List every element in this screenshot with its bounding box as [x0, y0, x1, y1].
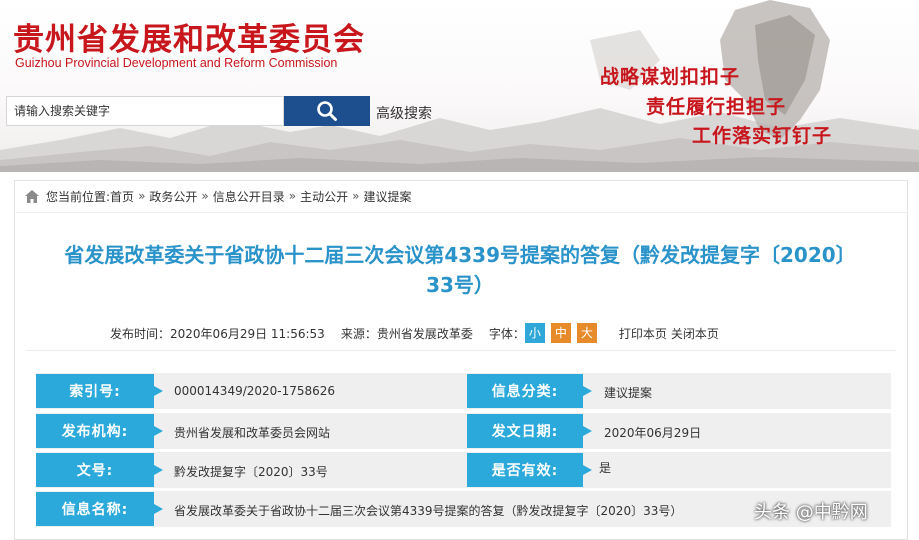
date-label: 发文日期:: [467, 414, 592, 448]
breadcrumb-prefix: 您当前位置:: [46, 189, 111, 204]
font-size-medium-button[interactable]: 中: [550, 323, 571, 343]
name-value: 省发展改革委关于省政协十二届三次会议第4339号提案的答复（黔发改提复字〔202…: [174, 504, 683, 518]
slogan-2: 责任履行担担子: [646, 96, 787, 118]
breadcrumb-separator: »: [288, 189, 297, 203]
breadcrumb-proposals[interactable]: 建议提案: [363, 188, 411, 205]
valid-value: 是: [599, 461, 612, 475]
divider: [26, 350, 896, 351]
article-title-line1: 省发展改革委关于省政协十二届三次会议第4339号提案的答复（黔发改提复字〔202…: [64, 243, 856, 267]
valid-label: 是否有效:: [467, 453, 592, 487]
font-size-large-button[interactable]: 大: [576, 323, 597, 343]
index-label: 索引号:: [36, 374, 163, 408]
breadcrumb-home[interactable]: 首页: [110, 188, 134, 205]
breadcrumb-separator: »: [352, 189, 360, 203]
article-title: 省发展改革委关于省政协十二届三次会议第4339号提案的答复（黔发改提复字〔202…: [30, 240, 890, 300]
search-icon: [317, 101, 337, 121]
font-size-small-button[interactable]: 小: [524, 323, 545, 343]
breadcrumb-active-disclosure[interactable]: 主动公开: [300, 188, 348, 205]
source: 贵州省发展改革委: [376, 326, 473, 341]
index-value: 000014349/2020-1758626: [174, 384, 336, 398]
info-row: [36, 373, 891, 409]
slogan-1: 战略谋划扣扣子: [600, 66, 741, 88]
source-label: 来源：: [340, 326, 377, 341]
category-value: 建议提案: [604, 386, 653, 400]
divider: [14, 212, 908, 213]
close-page-link[interactable]: 关闭本页: [671, 325, 719, 342]
site-subtitle: Guizhou Provincial Development and Refor…: [15, 56, 338, 70]
site-title[interactable]: 贵州省发展和改革委员会: [13, 14, 365, 59]
breadcrumb-gov-affairs[interactable]: 政务公开: [149, 188, 197, 205]
publish-time-label: 发布时间：: [110, 326, 171, 341]
breadcrumb-separator: »: [138, 189, 146, 203]
issuer-value: 贵州省发展和改革委员会网站: [174, 426, 331, 440]
docno-value: 黔发改提复字〔2020〕33号: [174, 465, 328, 479]
watermark: 头条 @中黔网: [754, 502, 868, 523]
print-page-link[interactable]: 打印本页: [619, 325, 667, 342]
date-value: 2020年06月29日: [604, 426, 702, 440]
breadcrumb-separator: »: [201, 189, 209, 203]
info-row: [36, 452, 891, 488]
issuer-label: 发布机构:: [36, 414, 163, 448]
advanced-search-link[interactable]: 高级搜索: [376, 103, 432, 123]
font-label: 字体：: [488, 326, 525, 341]
search-button[interactable]: [284, 96, 370, 126]
home-icon: [25, 189, 39, 203]
category-label: 信息分类:: [467, 374, 592, 408]
name-label: 信息名称:: [36, 492, 163, 526]
search-input[interactable]: 请输入搜索关键字: [6, 96, 284, 126]
info-row: [36, 413, 891, 449]
site-header-banner: 贵州省发展和改革委员会 Guizhou Provincial Developme…: [0, 0, 919, 172]
article-meta: 发布时间： 2020年06月29日 11:56:53 来源： 贵州省发展改革委 …: [110, 322, 719, 344]
slogan-3: 工作落实钉钉子: [692, 125, 833, 147]
docno-label: 文号:: [36, 453, 163, 487]
publish-time: 2020年06月29日 11:56:53: [170, 326, 325, 341]
breadcrumb-info-catalog[interactable]: 信息公开目录: [213, 188, 285, 205]
article-title-line2: 33号）: [426, 273, 494, 297]
breadcrumb: 您当前位置: 首页 » 政务公开 » 信息公开目录 » 主动公开 » 建议提案: [25, 187, 412, 205]
